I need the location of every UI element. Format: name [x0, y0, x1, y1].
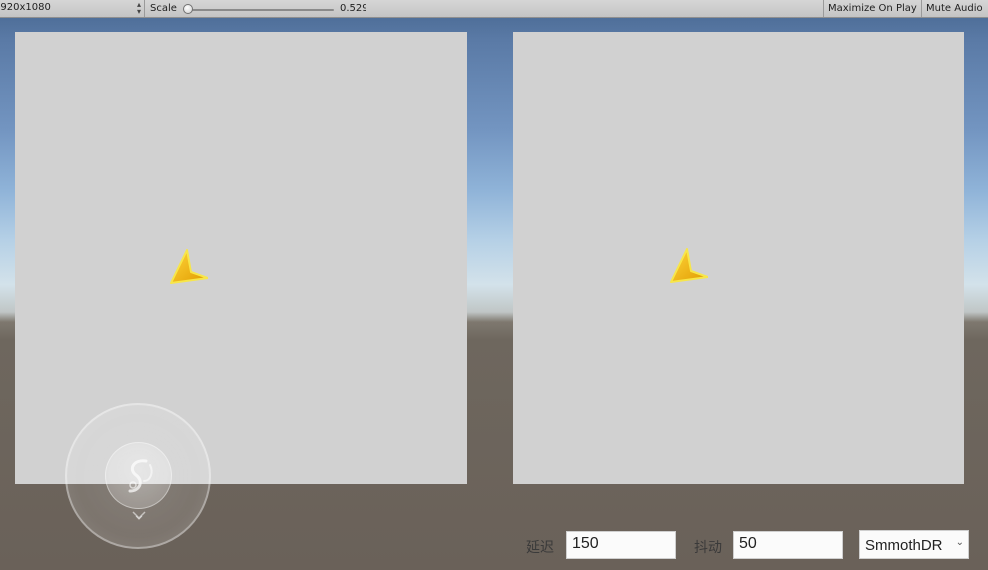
mode-selected-value: SmmothDR	[865, 537, 943, 554]
chevron-down-icon: ⌄	[955, 537, 964, 548]
player-arrow-icon	[170, 249, 208, 284]
resolution-dropdown[interactable]: 1920x1080 ▴▾	[0, 0, 145, 17]
right-game-panel	[513, 32, 964, 484]
up-down-arrows-icon: ▴ ▾	[136, 0, 141, 16]
maximize-on-play-label: Maximize On Play	[828, 3, 917, 14]
left-game-panel	[15, 32, 467, 484]
mode-dropdown[interactable]: SmmothDR ⌄	[859, 530, 969, 559]
jitter-input[interactable]: 50	[733, 531, 843, 559]
jitter-label: 抖动	[694, 540, 722, 556]
delay-label: 延迟	[526, 540, 554, 556]
remote-arrow-icon	[670, 248, 708, 283]
scale-value: 0.529	[340, 3, 366, 14]
delay-input[interactable]: 150	[566, 531, 676, 559]
maximize-on-play-toggle[interactable]: Maximize On Play	[823, 0, 922, 17]
game-view-toolbar: 1920x1080 ▴▾ Scale 0.529 Maximize On Pla…	[0, 0, 988, 18]
chevron-down-icon	[132, 511, 146, 520]
scale-slider-thumb[interactable]	[183, 4, 193, 14]
scale-slider-track[interactable]	[184, 9, 334, 11]
mute-audio-label: Mute Audio	[926, 3, 983, 14]
resolution-label: 1920x1080	[0, 2, 51, 13]
yin-yang-icon	[128, 459, 153, 493]
mute-audio-toggle[interactable]: Mute Audio	[922, 0, 988, 17]
scale-label: Scale	[150, 3, 177, 14]
